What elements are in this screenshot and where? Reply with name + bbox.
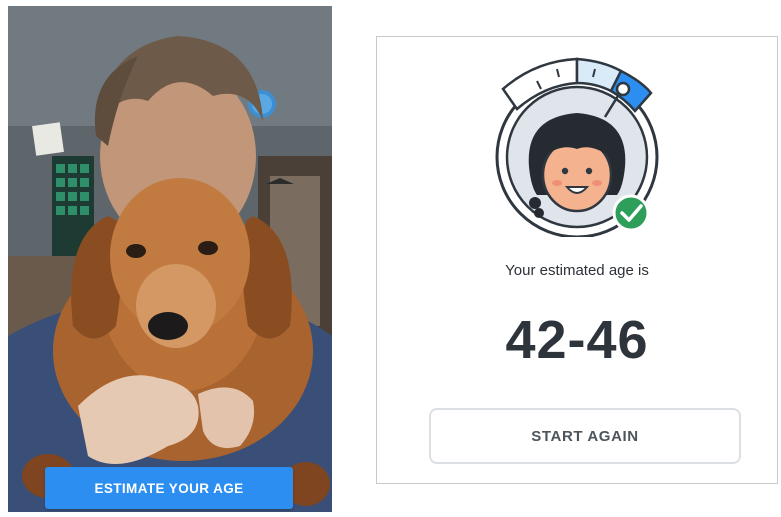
result-card: Your estimated age is 42-46 START AGAIN xyxy=(376,36,778,484)
start-again-button[interactable]: START AGAIN xyxy=(429,408,741,464)
age-avatar-illustration xyxy=(495,57,659,239)
check-badge-icon xyxy=(612,194,650,232)
estimated-age-range: 42-46 xyxy=(505,310,649,370)
camera-preview: ESTIMATE YOUR AGE xyxy=(8,6,332,512)
camera-photo xyxy=(8,6,332,512)
estimate-age-button[interactable]: ESTIMATE YOUR AGE xyxy=(45,467,293,509)
age-caption: Your estimated age is xyxy=(505,262,649,279)
